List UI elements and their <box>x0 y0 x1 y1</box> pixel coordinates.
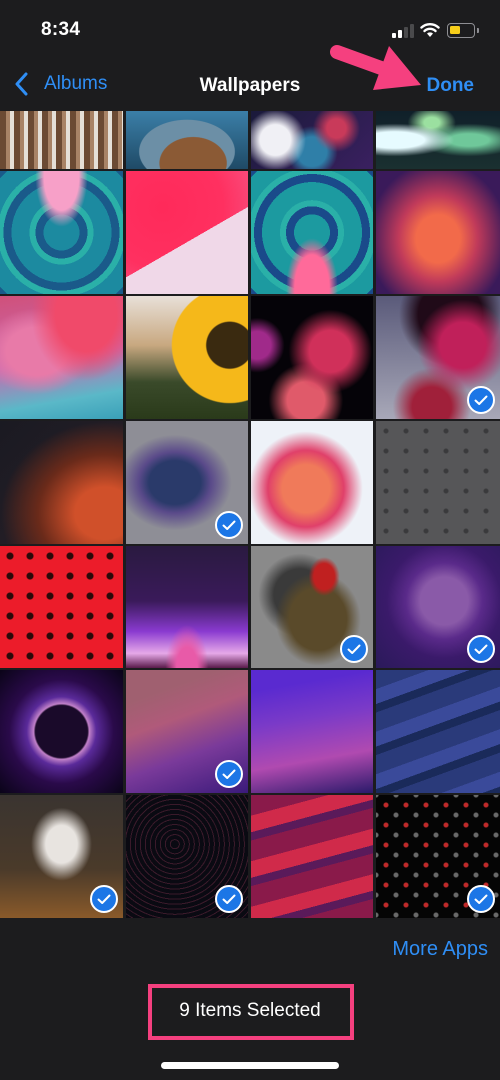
selected-checkmark-icon <box>467 885 495 913</box>
done-button[interactable]: Done <box>427 75 475 97</box>
photo-thumbnail-monterey-light[interactable] <box>126 670 248 793</box>
photo-thumbnail-black-red-pattern[interactable] <box>376 795 500 918</box>
wifi-icon <box>420 22 440 38</box>
photo-thumbnail-red-pattern[interactable] <box>0 546 123 668</box>
photo-thumbnail-volcano-smoke[interactable] <box>0 795 123 918</box>
photo-thumbnail-topographic-dark[interactable] <box>126 795 248 918</box>
photo-thumbnail-watercolor-pink-teal[interactable] <box>0 296 123 419</box>
photo-thumbnail-hooded-figure[interactable] <box>126 111 248 169</box>
photo-thumbnail-purple-orb-dark[interactable] <box>0 670 123 793</box>
battery-level <box>450 26 460 34</box>
selected-checkmark-icon <box>467 635 495 663</box>
selected-checkmark-icon <box>90 885 118 913</box>
selected-checkmark-icon <box>215 760 243 788</box>
selected-checkmark-icon <box>215 511 243 539</box>
photo-thumbnail-monterey-dark[interactable] <box>251 670 373 793</box>
photo-thumbnail-dark-red-dust[interactable] <box>0 421 123 544</box>
photo-thumbnail-paint-splash-blue[interactable] <box>126 421 248 544</box>
photo-thumbnail-fluid-marble[interactable] <box>251 111 373 169</box>
photo-thumbnail-wood-architecture[interactable] <box>0 111 123 169</box>
photo-thumbnail-sunflower[interactable] <box>126 296 248 419</box>
photo-thumbnail-purple-orb-light[interactable] <box>376 546 500 668</box>
photo-thumbnail-gradient-orange-purple[interactable] <box>376 171 500 294</box>
photo-thumbnail-blue-waves[interactable] <box>376 670 500 793</box>
status-bar: 8:34 <box>0 0 500 60</box>
photo-thumbnail-ios14-red-pink[interactable] <box>126 171 248 294</box>
selected-checkmark-icon <box>215 885 243 913</box>
selected-count-label: 9 Items Selected <box>179 1000 321 1021</box>
selected-checkmark-icon <box>340 635 368 663</box>
photo-thumbnail-dark-bubbles-red[interactable] <box>251 296 373 419</box>
more-apps-button[interactable]: More Apps <box>392 938 488 961</box>
photo-thumbnail-red-waves[interactable] <box>251 795 373 918</box>
selected-checkmark-icon <box>467 386 495 414</box>
photo-thumbnail-ios-bubble-pink-teal[interactable] <box>0 171 123 294</box>
photo-thumbnail-green-smoke[interactable] <box>376 111 500 169</box>
page-title: Wallpapers <box>199 75 301 96</box>
cellular-signal-icon <box>392 24 416 38</box>
photo-thumbnail-deadpool-wolverine[interactable] <box>251 546 373 668</box>
photo-thumbnail-ios-bubble-teal-pink[interactable] <box>251 171 373 294</box>
photo-thumbnail-paint-splash-orange[interactable] <box>251 421 373 544</box>
home-indicator[interactable] <box>161 1062 339 1069</box>
battery-icon <box>447 23 479 38</box>
photo-thumbnail-purple-dusk[interactable] <box>126 546 248 668</box>
photo-thumbnail-gray-pattern[interactable] <box>376 421 500 544</box>
bottom-toolbar: More Apps 9 Items Selected <box>0 918 500 1080</box>
photo-thumbnail-light-bubbles-red[interactable] <box>376 296 500 419</box>
status-time: 8:34 <box>41 19 81 40</box>
navigation-bar: Albums Wallpapers Done <box>0 60 500 111</box>
